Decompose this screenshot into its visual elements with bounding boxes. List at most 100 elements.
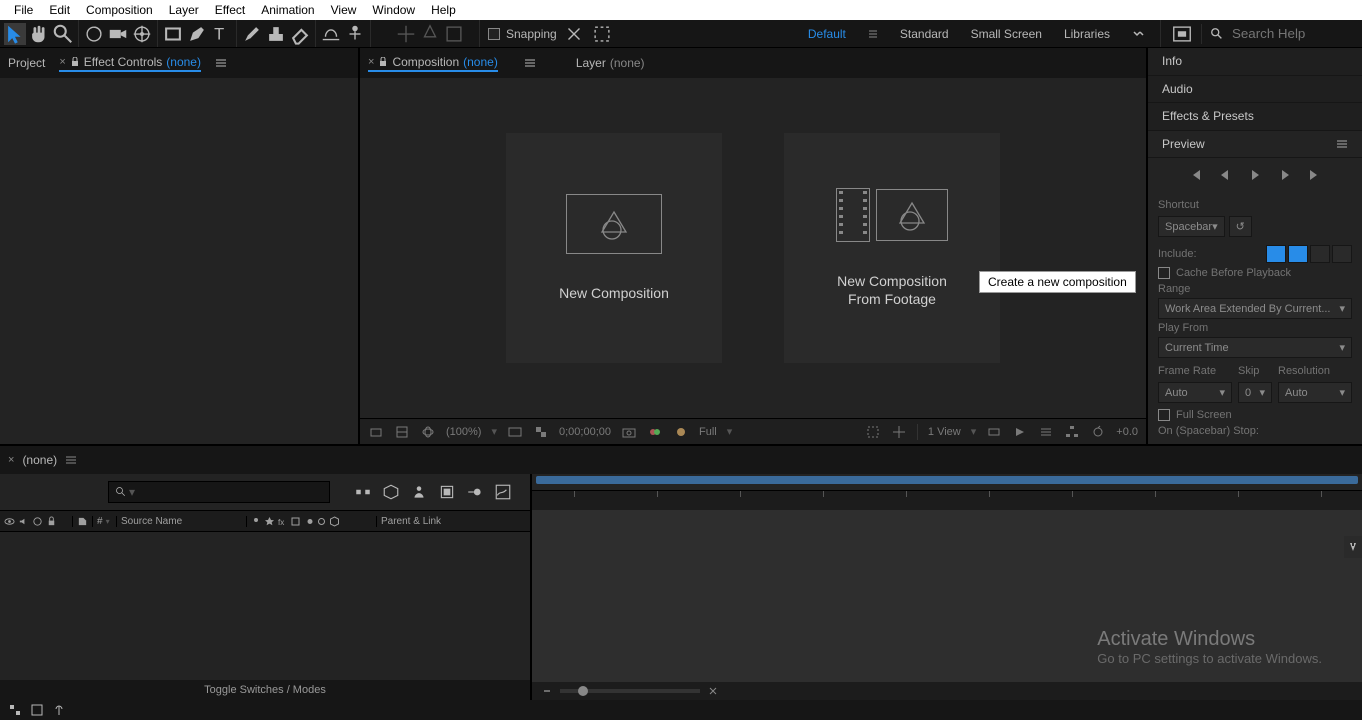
- range-dropdown[interactable]: Work Area Extended By Current...▾: [1158, 298, 1352, 319]
- menu-help[interactable]: Help: [423, 3, 464, 17]
- panel-info[interactable]: Info: [1148, 48, 1362, 76]
- eye-icon[interactable]: [4, 516, 15, 527]
- tab-project[interactable]: Project: [8, 56, 45, 70]
- prev-frame-icon[interactable]: [1218, 168, 1232, 182]
- skip-dropdown[interactable]: 0▾: [1238, 382, 1272, 403]
- tab-layer[interactable]: Layer (none): [576, 56, 645, 70]
- adjustment-col-icon[interactable]: [316, 516, 327, 527]
- clone-tool-icon[interactable]: [265, 23, 287, 45]
- panel-audio[interactable]: Audio: [1148, 76, 1362, 104]
- time-ruler[interactable]: [532, 474, 1362, 510]
- play-icon[interactable]: [1248, 168, 1262, 182]
- mask-icon[interactable]: [420, 424, 436, 440]
- col-parent-link[interactable]: Parent & Link: [381, 516, 441, 527]
- col-number[interactable]: #: [97, 516, 103, 527]
- zoom-out-icon[interactable]: [542, 686, 552, 696]
- grid-icon[interactable]: [394, 424, 410, 440]
- status-icon-2[interactable]: [30, 703, 44, 717]
- guides-icon[interactable]: [891, 424, 907, 440]
- shy-icon[interactable]: [410, 483, 428, 501]
- panel-menu-icon[interactable]: [1336, 139, 1348, 149]
- timeline-tab-none[interactable]: (none): [22, 453, 57, 467]
- color-icon[interactable]: [673, 424, 689, 440]
- timeline-icon[interactable]: [1038, 424, 1054, 440]
- channel-icon[interactable]: [647, 424, 663, 440]
- orbit-tool-icon[interactable]: [83, 23, 105, 45]
- work-area-bar[interactable]: [536, 476, 1358, 484]
- panel-menu-icon[interactable]: [215, 58, 227, 68]
- resolution-value[interactable]: Full: [699, 426, 717, 438]
- flowchart-icon[interactable]: [1064, 424, 1080, 440]
- zoom-value[interactable]: (100%): [446, 426, 481, 438]
- pan-behind-tool-icon[interactable]: [131, 23, 153, 45]
- camera-tool-icon[interactable]: [107, 23, 129, 45]
- last-frame-icon[interactable]: [1308, 168, 1322, 182]
- label-icon[interactable]: [77, 516, 88, 527]
- tab-composition[interactable]: × Composition (none): [368, 55, 498, 72]
- panel-menu-icon[interactable]: [65, 455, 77, 465]
- brush-tool-icon[interactable]: [241, 23, 263, 45]
- comp-mini-flowchart-icon[interactable]: [354, 483, 372, 501]
- zoom-slider[interactable]: [560, 689, 700, 693]
- fast-preview-icon[interactable]: [1012, 424, 1028, 440]
- transparency-icon[interactable]: [533, 424, 549, 440]
- speaker-icon[interactable]: [18, 516, 29, 527]
- close-icon[interactable]: ×: [368, 56, 374, 68]
- frame-blend-icon[interactable]: [438, 483, 456, 501]
- magnification-icon[interactable]: [368, 424, 384, 440]
- zoom-in-icon[interactable]: [708, 686, 718, 696]
- lock-icon[interactable]: [378, 57, 388, 67]
- panel-menu-icon[interactable]: [524, 58, 536, 68]
- new-composition-from-footage-card[interactable]: New CompositionFrom Footage: [784, 133, 1000, 363]
- motion-blur-icon[interactable]: [466, 483, 484, 501]
- menu-view[interactable]: View: [323, 3, 365, 17]
- framerate-dropdown[interactable]: Auto▾: [1158, 382, 1232, 403]
- snapping-checkbox[interactable]: [488, 28, 500, 40]
- snap-options-icon[interactable]: [563, 23, 585, 45]
- menu-layer[interactable]: Layer: [161, 3, 207, 17]
- first-frame-icon[interactable]: [1188, 168, 1202, 182]
- include-audio-icon[interactable]: [1288, 245, 1308, 263]
- panel-effects-presets[interactable]: Effects & Presets: [1148, 103, 1362, 131]
- panel-preview[interactable]: Preview: [1148, 131, 1362, 159]
- rectangle-tool-icon[interactable]: [162, 23, 184, 45]
- col-source-name[interactable]: Source Name: [121, 516, 182, 527]
- selection-tool-icon[interactable]: [4, 23, 26, 45]
- roi-icon[interactable]: [865, 424, 881, 440]
- type-tool-icon[interactable]: T: [210, 23, 232, 45]
- motion-blur-col-icon[interactable]: [303, 516, 314, 527]
- loop-icon[interactable]: [1332, 245, 1352, 263]
- cache-checkbox[interactable]: [1158, 267, 1170, 279]
- resolution-dropdown[interactable]: Auto▾: [1278, 382, 1352, 403]
- menu-edit[interactable]: Edit: [41, 3, 78, 17]
- draft3d-icon[interactable]: [382, 483, 400, 501]
- eraser-tool-icon[interactable]: [289, 23, 311, 45]
- toggle-switches-button[interactable]: Toggle Switches / Modes: [0, 680, 530, 700]
- search-help-input[interactable]: [1232, 26, 1352, 41]
- axis-view-icon[interactable]: [443, 23, 465, 45]
- status-icon-3[interactable]: [52, 703, 66, 717]
- solo-icon[interactable]: [32, 516, 43, 527]
- view-layout[interactable]: 1 View: [928, 426, 961, 438]
- pixel-aspect-icon[interactable]: [986, 424, 1002, 440]
- 3d-col-icon[interactable]: [329, 516, 340, 527]
- side-collapse-tab[interactable]: [1344, 536, 1362, 558]
- timecode[interactable]: 0;00;00;00: [559, 426, 611, 438]
- reset-icon[interactable]: ↺: [1229, 216, 1252, 237]
- roto-tool-icon[interactable]: [320, 23, 342, 45]
- resolution-icon[interactable]: [507, 424, 523, 440]
- timeline-canvas[interactable]: Activate Windows Go to PC settings to ac…: [532, 510, 1362, 682]
- close-icon[interactable]: ×: [59, 56, 65, 68]
- graph-editor-icon[interactable]: [494, 483, 512, 501]
- menu-composition[interactable]: Composition: [78, 3, 161, 17]
- menu-effect[interactable]: Effect: [207, 3, 253, 17]
- shortcut-dropdown[interactable]: Spacebar▾: [1158, 216, 1225, 237]
- home-icon[interactable]: [1171, 23, 1193, 45]
- workspace-overflow-icon[interactable]: [1132, 29, 1146, 39]
- shy-col-icon[interactable]: [251, 516, 262, 527]
- hand-tool-icon[interactable]: [28, 23, 50, 45]
- snap-bounds-icon[interactable]: [591, 23, 613, 45]
- next-frame-icon[interactable]: [1278, 168, 1292, 182]
- exposure-value[interactable]: +0.0: [1116, 426, 1138, 438]
- new-composition-card[interactable]: New Composition: [506, 133, 722, 363]
